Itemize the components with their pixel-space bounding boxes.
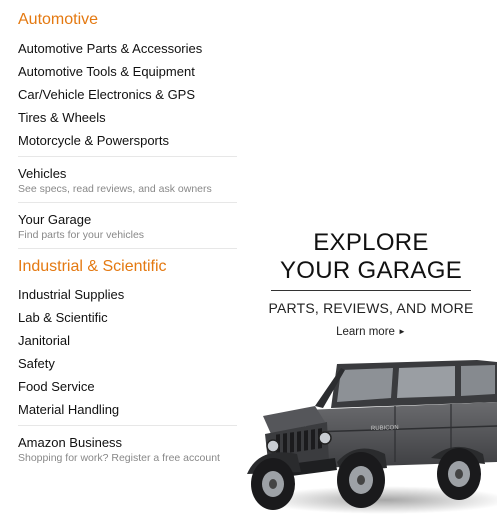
rubicon-badge: RUBICON	[371, 425, 399, 432]
divider	[18, 156, 237, 157]
garage-title: Your Garage	[18, 212, 92, 227]
learn-more-link[interactable]: Learn more ►	[245, 326, 497, 338]
vehicles-description: See specs, read reviews, and ask owners	[18, 183, 212, 195]
menu-link-motorcycle[interactable]: Motorcycle & Powersports	[18, 133, 169, 148]
industrial-heading[interactable]: Industrial & Scientific	[18, 258, 167, 276]
vehicles-link[interactable]: Vehicles See specs, read reviews, and as…	[18, 166, 243, 195]
caret-right-icon: ►	[397, 327, 406, 336]
business-title: Amazon Business	[18, 435, 123, 450]
menu-link-lab-scientific[interactable]: Lab & Scientific	[18, 310, 108, 325]
amazon-business-link[interactable]: Amazon Business Shopping for work? Regis…	[18, 435, 243, 464]
menu-link-automotive-parts[interactable]: Automotive Parts & Accessories	[18, 41, 202, 56]
automotive-heading[interactable]: Automotive	[18, 11, 98, 29]
divider	[18, 202, 237, 203]
divider	[18, 425, 237, 426]
learn-more-label: Learn more	[336, 326, 395, 338]
promo-subtitle: PARTS, REVIEWS, AND MORE	[268, 300, 474, 316]
menu-link-automotive-tools[interactable]: Automotive Tools & Equipment	[18, 64, 195, 79]
menu-link-industrial-supplies[interactable]: Industrial Supplies	[18, 287, 124, 302]
menu-link-tires-wheels[interactable]: Tires & Wheels	[18, 110, 106, 125]
menu-link-safety[interactable]: Safety	[18, 356, 55, 371]
divider	[18, 248, 237, 249]
menu-link-material-handling[interactable]: Material Handling	[18, 402, 119, 417]
promo-headline-line1: EXPLORE	[313, 229, 429, 256]
garage-description: Find parts for your vehicles	[18, 229, 145, 241]
garage-promo[interactable]: EXPLORE YOUR GARAGE PARTS, REVIEWS, AND …	[245, 0, 497, 521]
your-garage-link[interactable]: Your Garage Find parts for your vehicles	[18, 212, 243, 241]
promo-rule	[271, 290, 471, 291]
menu-link-janitorial[interactable]: Janitorial	[18, 333, 70, 348]
promo-headline-line2: YOUR GARAGE	[280, 257, 462, 284]
menu-link-car-electronics[interactable]: Car/Vehicle Electronics & GPS	[18, 87, 195, 102]
business-description: Shopping for work? Register a free accou…	[18, 452, 220, 464]
vehicles-title: Vehicles	[18, 166, 67, 181]
jeep-wrangler-image: RUBICON	[247, 360, 497, 514]
menu-link-food-service[interactable]: Food Service	[18, 379, 95, 394]
